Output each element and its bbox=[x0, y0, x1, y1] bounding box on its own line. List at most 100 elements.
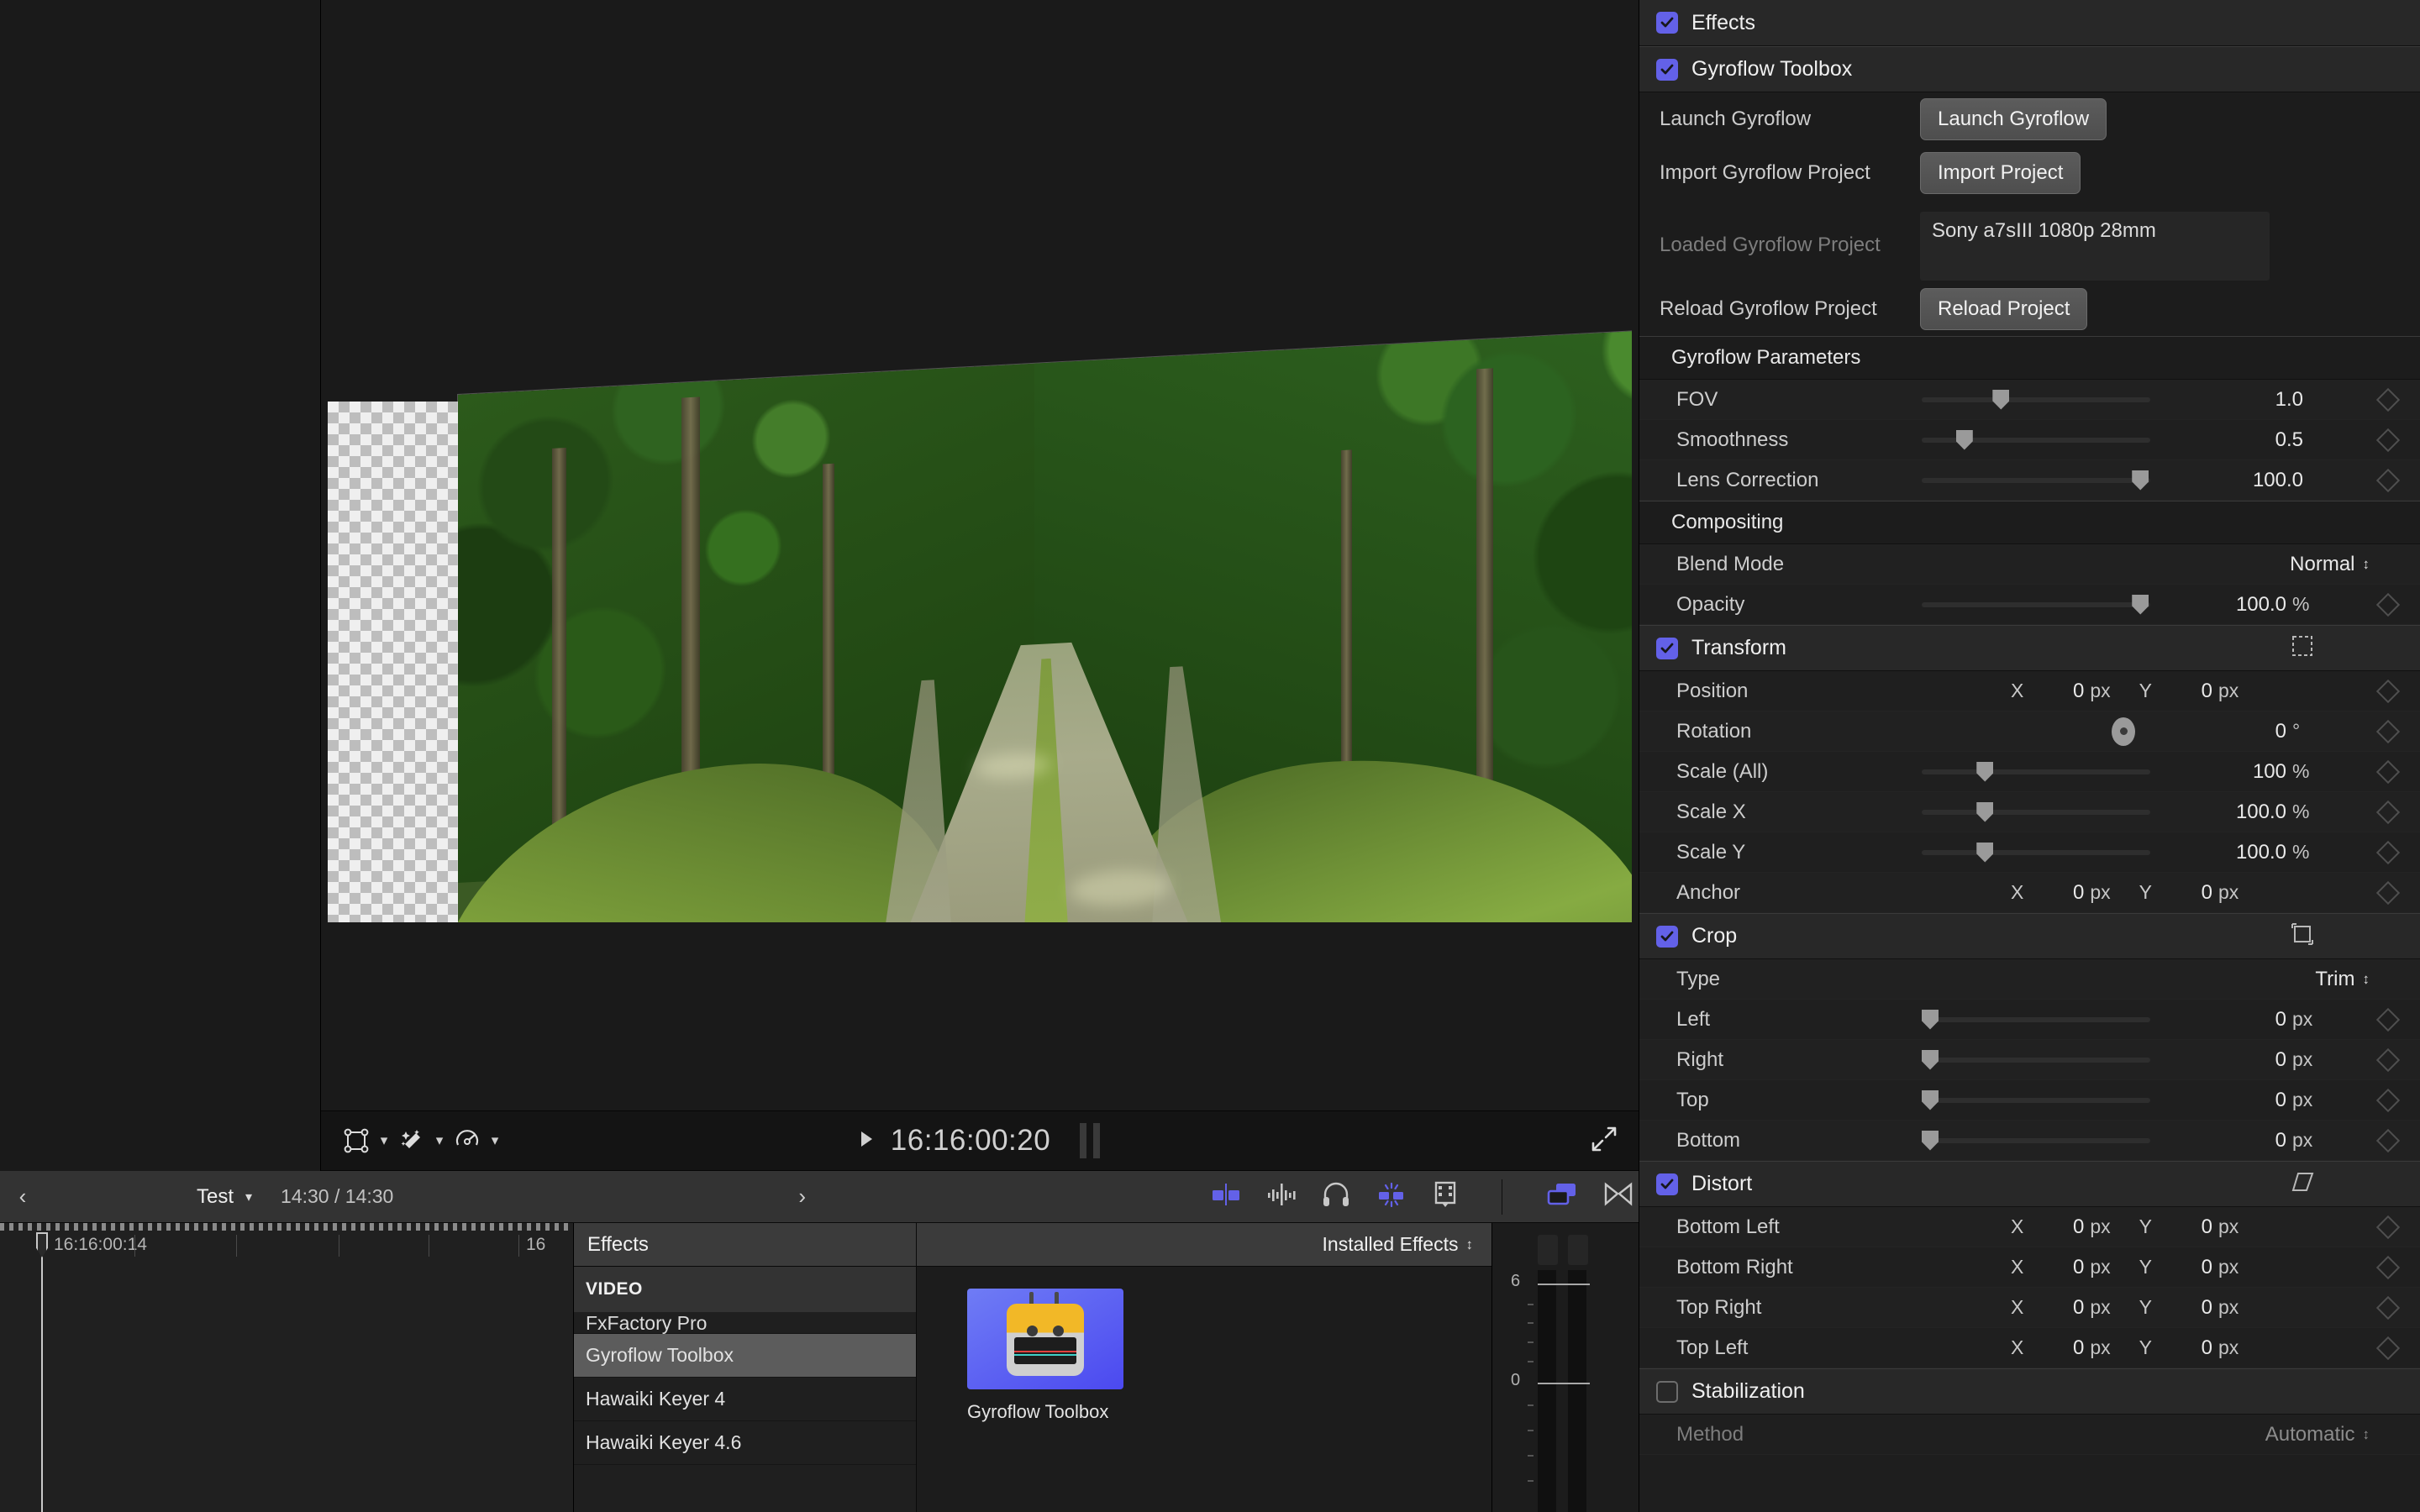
distort-top-left-keyframe-icon[interactable] bbox=[2376, 1336, 2400, 1359]
opacity-slider[interactable] bbox=[1922, 602, 2150, 607]
group-gyroflow-toolbox[interactable]: Gyroflow Toolbox bbox=[1639, 46, 2420, 92]
fov-slider[interactable] bbox=[1922, 397, 2150, 402]
list-item[interactable]: FxFactory Pro bbox=[574, 1312, 916, 1334]
timeline-history-forward-button[interactable]: › bbox=[739, 1184, 865, 1210]
launch-gyroflow-button[interactable]: Launch Gyroflow bbox=[1920, 98, 2107, 140]
crop-type-value[interactable]: Trim bbox=[2315, 968, 2354, 991]
rotation-dial[interactable] bbox=[1922, 717, 2150, 746]
transform-onscreen-controls-icon[interactable] bbox=[2291, 634, 2314, 662]
crop-top-slider[interactable] bbox=[1922, 1098, 2150, 1103]
anchor-y-value[interactable]: 0 bbox=[2152, 881, 2212, 905]
crop-checkbox[interactable] bbox=[1656, 926, 1678, 948]
installed-effects-popup[interactable]: Installed Effects ↕ bbox=[917, 1223, 1491, 1266]
solo-headphones-icon[interactable] bbox=[1322, 1182, 1350, 1211]
lens-correction-keyframe-icon[interactable] bbox=[2376, 468, 2400, 491]
distort-bottom-right-y[interactable]: 0 bbox=[2152, 1256, 2212, 1279]
chevron-down-icon[interactable]: ▾ bbox=[245, 1189, 252, 1205]
smoothness-value[interactable]: 0.5 bbox=[2199, 428, 2303, 452]
distort-bottom-left-y[interactable]: 0 bbox=[2152, 1215, 2212, 1239]
distort-top-right-x[interactable]: 0 bbox=[2023, 1296, 2084, 1320]
distort-top-right-y[interactable]: 0 bbox=[2152, 1296, 2212, 1320]
position-x-value[interactable]: 0 bbox=[2023, 680, 2084, 703]
transform-checkbox[interactable] bbox=[1656, 638, 1678, 659]
group-distort[interactable]: Distort bbox=[1639, 1161, 2420, 1207]
smoothness-keyframe-icon[interactable] bbox=[2376, 428, 2400, 451]
scale-x-value[interactable]: 100.0 bbox=[2199, 801, 2286, 824]
scale-all-value[interactable]: 100 bbox=[2199, 760, 2286, 784]
crop-left-value[interactable]: 0 bbox=[2199, 1008, 2286, 1032]
reload-project-button[interactable]: Reload Project bbox=[1920, 288, 2087, 330]
group-stabilization[interactable]: Stabilization bbox=[1639, 1368, 2420, 1415]
loaded-gyroflow-project-value[interactable]: Sony a7sIII 1080p 28mm bbox=[1920, 212, 2270, 281]
distort-top-right-keyframe-icon[interactable] bbox=[2376, 1295, 2400, 1319]
chevron-down-icon[interactable]: ▾ bbox=[429, 1124, 450, 1158]
filmstrip-icon[interactable] bbox=[1433, 1181, 1458, 1212]
crop-bottom-value[interactable]: 0 bbox=[2199, 1129, 2286, 1152]
import-project-button[interactable]: Import Project bbox=[1920, 152, 2081, 194]
retime-button[interactable]: ▾ bbox=[450, 1124, 506, 1158]
crop-top-keyframe-icon[interactable] bbox=[2376, 1088, 2400, 1111]
timeline-project-name[interactable]: Test bbox=[197, 1185, 234, 1209]
distort-top-left-x[interactable]: 0 bbox=[2023, 1336, 2084, 1360]
scale-all-keyframe-icon[interactable] bbox=[2376, 759, 2400, 783]
crop-right-keyframe-icon[interactable] bbox=[2376, 1047, 2400, 1071]
position-keyframe-icon[interactable] bbox=[2376, 679, 2400, 702]
effects-checkbox[interactable] bbox=[1656, 12, 1678, 34]
transform-button[interactable]: ▾ bbox=[339, 1124, 395, 1158]
skimming-icon[interactable] bbox=[1376, 1182, 1407, 1211]
transitions-browser-icon[interactable] bbox=[1603, 1182, 1634, 1211]
list-item[interactable]: Hawaiki Keyer 4 bbox=[574, 1378, 916, 1421]
group-transform[interactable]: Transform bbox=[1639, 625, 2420, 671]
opacity-keyframe-icon[interactable] bbox=[2376, 592, 2400, 616]
group-effects[interactable]: Effects bbox=[1639, 0, 2420, 46]
crop-onscreen-controls-icon[interactable] bbox=[2291, 922, 2314, 950]
stabilization-method-value[interactable]: Automatic bbox=[2265, 1423, 2355, 1446]
fov-keyframe-icon[interactable] bbox=[2376, 387, 2400, 411]
distort-bottom-right-keyframe-icon[interactable] bbox=[2376, 1255, 2400, 1278]
lens-correction-slider[interactable] bbox=[1922, 478, 2150, 483]
timeline-area[interactable]: 16:16:00:14 16 Effects Installed Effects bbox=[0, 1223, 1639, 1512]
enhance-button[interactable]: ▾ bbox=[395, 1124, 450, 1158]
effects-browser-icon[interactable] bbox=[1546, 1182, 1578, 1211]
distort-bottom-right-x[interactable]: 0 bbox=[2023, 1256, 2084, 1279]
lens-correction-value[interactable]: 100.0 bbox=[2199, 469, 2303, 492]
position-y-value[interactable]: 0 bbox=[2152, 680, 2212, 703]
timecode-grip[interactable] bbox=[1080, 1123, 1100, 1158]
effects-category-video[interactable]: VIDEO bbox=[574, 1267, 916, 1312]
rotation-keyframe-icon[interactable] bbox=[2376, 719, 2400, 743]
crop-bottom-slider[interactable] bbox=[1922, 1138, 2150, 1143]
expand-viewer-button[interactable] bbox=[1590, 1125, 1618, 1158]
smoothness-slider[interactable] bbox=[1922, 438, 2150, 443]
audio-waveform-icon[interactable] bbox=[1266, 1182, 1297, 1211]
playhead[interactable] bbox=[41, 1232, 43, 1512]
audio-meters[interactable]: 6 0 bbox=[1491, 1223, 1639, 1512]
distort-checkbox[interactable] bbox=[1656, 1173, 1678, 1195]
group-crop[interactable]: Crop bbox=[1639, 913, 2420, 959]
gyroflow-toolbox-checkbox[interactable] bbox=[1656, 59, 1678, 81]
crop-left-slider[interactable] bbox=[1922, 1017, 2150, 1022]
updown-chevron-icon[interactable]: ↕ bbox=[2363, 1426, 2370, 1443]
scale-x-keyframe-icon[interactable] bbox=[2376, 800, 2400, 823]
scale-y-slider[interactable] bbox=[1922, 850, 2150, 855]
scale-y-keyframe-icon[interactable] bbox=[2376, 840, 2400, 864]
scale-all-slider[interactable] bbox=[1922, 769, 2150, 774]
updown-chevron-icon[interactable]: ↕ bbox=[2363, 971, 2370, 988]
viewer-timecode[interactable]: 16:16:00:20 bbox=[891, 1124, 1050, 1157]
anchor-keyframe-icon[interactable] bbox=[2376, 880, 2400, 904]
crop-right-value[interactable]: 0 bbox=[2199, 1048, 2286, 1072]
rotation-value[interactable]: 0 bbox=[2199, 720, 2286, 743]
crop-right-slider[interactable] bbox=[1922, 1058, 2150, 1063]
viewer-stage[interactable] bbox=[321, 0, 1639, 1110]
crop-left-keyframe-icon[interactable] bbox=[2376, 1007, 2400, 1031]
timeline-ruler[interactable]: 16:16:00:14 16 bbox=[0, 1223, 573, 1263]
list-item[interactable]: Hawaiki Keyer 4.6 bbox=[574, 1421, 916, 1465]
stabilization-checkbox[interactable] bbox=[1656, 1381, 1678, 1403]
blend-mode-value[interactable]: Normal bbox=[2290, 553, 2354, 576]
updown-chevron-icon[interactable]: ↕ bbox=[2363, 556, 2370, 573]
distort-onscreen-controls-icon[interactable] bbox=[2291, 1170, 2314, 1198]
chevron-down-icon[interactable]: ▾ bbox=[373, 1124, 395, 1158]
crop-top-value[interactable]: 0 bbox=[2199, 1089, 2286, 1112]
effect-card-gyroflow-toolbox[interactable]: Gyroflow Toolbox bbox=[967, 1289, 1123, 1423]
distort-top-left-y[interactable]: 0 bbox=[2152, 1336, 2212, 1360]
anchor-x-value[interactable]: 0 bbox=[2023, 881, 2084, 905]
